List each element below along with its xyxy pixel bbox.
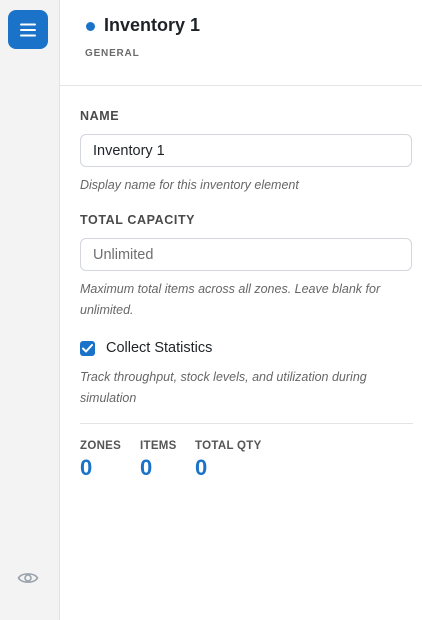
name-help-text: Display name for this inventory element: [80, 178, 299, 192]
properties-panel: Inventory 1 GENERAL NAME Display name fo…: [60, 0, 422, 620]
status-dot: [86, 22, 95, 31]
stat-label: TOTAL QTY: [195, 440, 262, 452]
stat-value: 0: [140, 455, 153, 480]
stat-value: 0: [195, 455, 208, 480]
stat-items: ITEMS 0: [140, 440, 177, 481]
collect-statistics-row[interactable]: Collect Statistics: [80, 338, 212, 358]
total-capacity-help-text: Maximum total items across all zones. Le…: [80, 282, 381, 317]
collect-statistics-help-text: Track throughput, stock levels, and util…: [80, 370, 367, 405]
stat-value: 0: [80, 455, 93, 480]
stat-label: ITEMS: [140, 440, 177, 452]
checkmark-icon: [82, 343, 93, 352]
stat-zones: ZONES 0: [80, 440, 121, 481]
collect-statistics-label[interactable]: Collect Statistics: [106, 340, 212, 356]
total-capacity-label: TOTAL CAPACITY: [80, 213, 196, 227]
visibility-toggle-button[interactable]: [17, 568, 39, 588]
name-input[interactable]: [80, 134, 412, 167]
stat-label: ZONES: [80, 440, 122, 452]
collect-statistics-checkbox[interactable]: [80, 340, 95, 356]
divider: [80, 423, 413, 424]
total-capacity-input[interactable]: [80, 238, 412, 271]
name-label: NAME: [80, 109, 120, 123]
section-subtitle: GENERAL: [85, 48, 140, 59]
page-title: Inventory 1: [104, 15, 201, 35]
app-window: Inventory 1 GENERAL NAME Display name fo…: [0, 0, 422, 620]
panel-header: Inventory 1 GENERAL: [60, 0, 422, 86]
menu-button[interactable]: [8, 10, 48, 49]
stat-total-qty: TOTAL QTY 0: [195, 440, 262, 481]
eye-icon: [17, 573, 39, 583]
hamburger-menu-icon: [20, 23, 36, 36]
side-rail: [0, 0, 60, 620]
